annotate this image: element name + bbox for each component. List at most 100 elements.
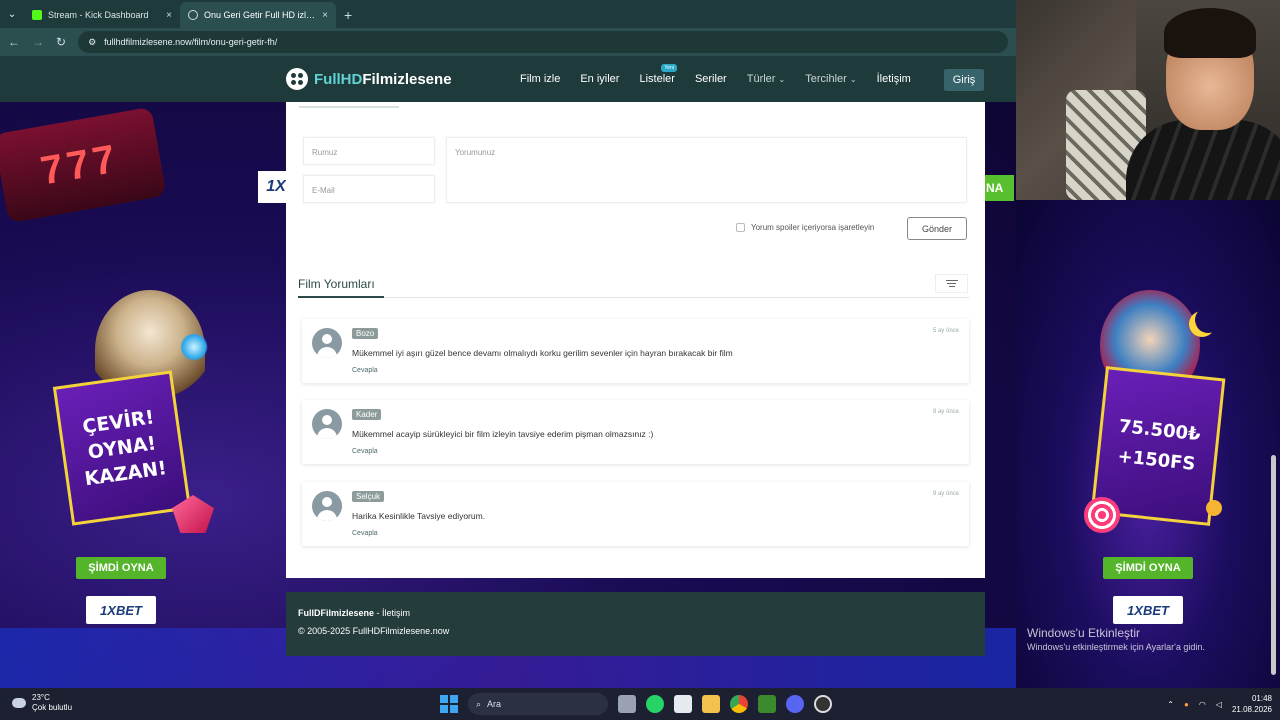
task-view-icon[interactable] <box>618 695 636 713</box>
comment-item: Kader 8 ay önce Mükemmel acayip sürükley… <box>302 400 969 464</box>
nav-tercihler[interactable]: Tercihler ⌄ <box>805 73 856 85</box>
chevron-down-icon: ⌄ <box>849 75 857 84</box>
clock[interactable]: 01:48 21.08.2026 <box>1232 693 1272 715</box>
email-input[interactable]: E-Mail <box>303 175 435 203</box>
whatsapp-icon[interactable] <box>646 695 664 713</box>
chevron-up-icon[interactable]: ⌃ <box>1167 700 1174 709</box>
side-green-badge: NA <box>984 175 1014 201</box>
comment-item: Selçuk 9 ay önce Harika Kesinlikle Tavsi… <box>302 482 969 546</box>
moon-image <box>1195 307 1221 333</box>
site-logo[interactable]: FullHDFilmizlesene <box>286 68 452 90</box>
right-play-button[interactable]: ŞİMDİ OYNA <box>1103 557 1193 579</box>
microphone-icon[interactable]: ● <box>1184 700 1189 709</box>
lightning-orb-image <box>180 333 208 361</box>
nav-en-iyiler[interactable]: En iyiler <box>580 73 619 85</box>
nav-listeler[interactable]: Listeler Yeni <box>639 64 677 85</box>
reload-icon[interactable]: ↻ <box>56 35 66 49</box>
minecraft-icon[interactable] <box>758 695 776 713</box>
search-label: Ara <box>487 699 502 709</box>
comment-time: 9 ay önce <box>932 491 959 497</box>
comment-text: Mükemmel acayip sürükleyici bir film izl… <box>352 429 654 439</box>
reply-link[interactable]: Cevapla <box>352 530 378 537</box>
browser-tab-bar: ⌄ Stream - Kick Dashboard × Onu Geri Get… <box>0 0 1016 28</box>
tab-title: Stream - Kick Dashboard <box>48 10 149 20</box>
webcam-overlay <box>1016 0 1280 200</box>
tab-film-page[interactable]: Onu Geri Getir Full HD izle (202 × <box>180 2 336 28</box>
tab-kick-dashboard[interactable]: Stream - Kick Dashboard × <box>24 2 180 28</box>
obs-icon[interactable] <box>814 695 832 713</box>
nav-seriler[interactable]: Seriler <box>695 73 727 85</box>
nav-film-izle[interactable]: Film izle <box>520 73 560 85</box>
clock-time: 01:48 <box>1251 694 1272 703</box>
back-icon[interactable]: ← <box>8 35 20 49</box>
footer-contact-link[interactable]: İletişim <box>382 608 410 618</box>
comment-author[interactable]: Selçuk <box>352 491 385 502</box>
windows-start-icon[interactable] <box>440 695 458 713</box>
comments-title: Film Yorumları <box>298 277 375 291</box>
taskbar-apps: ⌕ Ara <box>440 692 832 716</box>
spoiler-label: Yorum spoiler içeriyorsa işaretleyin <box>751 223 875 232</box>
sort-icon[interactable] <box>935 274 968 293</box>
new-badge: Yeni <box>661 64 677 72</box>
notepad-icon[interactable] <box>674 695 692 713</box>
address-bar: ← → ↻ ⚙ fullhdfilmizlesene.now/film/onu-… <box>0 28 1016 56</box>
file-explorer-icon[interactable] <box>702 695 720 713</box>
coin-image <box>1206 500 1222 516</box>
nickname-input[interactable]: Rumuz <box>303 137 435 165</box>
section-divider <box>298 296 969 298</box>
site-footer: FullDFilmizlesene - İletişim © 2005-2025… <box>286 592 985 656</box>
search-icon: ⌕ <box>476 698 482 709</box>
close-tab-icon[interactable]: × <box>322 10 328 21</box>
nav-turler[interactable]: Türler ⌄ <box>747 73 786 85</box>
close-tab-icon[interactable]: × <box>166 10 172 21</box>
right-1xbet-logo[interactable]: 1XBET <box>1113 596 1183 624</box>
site-info-icon[interactable]: ⚙ <box>88 37 96 48</box>
discord-icon[interactable] <box>786 695 804 713</box>
forward-icon[interactable]: → <box>32 35 44 49</box>
taskbar-search[interactable]: ⌕ Ara <box>468 693 608 715</box>
comment-text: Harika Kesinlikle Tavsiye ediyorum. <box>352 511 486 521</box>
left-ad-card[interactable]: ÇEVİR! OYNA! KAZAN! <box>52 370 192 526</box>
windows-taskbar: 23°C Çok bulutlu ⌕ Ara ⌃ ● ◠ ◁ 01:48 21.0… <box>0 688 1280 720</box>
left-1xbet-logo[interactable]: 1XBET <box>86 596 156 624</box>
webcam-shirt <box>1126 120 1280 200</box>
divider <box>299 106 399 108</box>
comment-author[interactable]: Bozo <box>352 328 379 339</box>
footer-links: FullDFilmizlesene - İletişim <box>298 608 973 618</box>
cloud-icon <box>12 698 26 708</box>
activation-subtitle: Windows'u etkinleştirmek için Ayarlar'a … <box>1027 642 1205 652</box>
comment-item: Bozo 5 ay önce Mükemmel iyi aşırı güzel … <box>302 319 969 383</box>
footer-brand-link[interactable]: FullDFilmizlesene <box>298 608 374 618</box>
send-button[interactable]: Gönder <box>907 217 967 240</box>
comment-time: 8 ay önce <box>932 409 959 415</box>
nav-iletisim[interactable]: İletişim <box>877 73 911 85</box>
chrome-icon[interactable] <box>730 695 748 713</box>
comment-author[interactable]: Kader <box>352 409 382 420</box>
weather-widget[interactable]: 23°C Çok bulutlu <box>12 693 72 713</box>
tab-search-icon[interactable]: ⌄ <box>0 0 24 28</box>
lollipop-image <box>1084 497 1120 533</box>
new-tab-button[interactable]: + <box>336 2 360 28</box>
main-menu: Film izle En iyiler Listeler Yeni Seriler… <box>520 56 911 102</box>
avatar <box>312 491 342 521</box>
windows-activation-watermark: Windows'u Etkinleştir Windows'u etkinleş… <box>1027 626 1205 652</box>
site-header: FullHDFilmizlesene Film izle En iyiler L… <box>0 56 1016 102</box>
comment-textarea[interactable]: Yorumunuz <box>446 137 967 203</box>
url-field[interactable]: ⚙ fullhdfilmizlesene.now/film/onu-geri-g… <box>78 31 1008 53</box>
reply-link[interactable]: Cevapla <box>352 448 378 455</box>
reply-link[interactable]: Cevapla <box>352 367 378 374</box>
activation-title: Windows'u Etkinleştir <box>1027 626 1140 640</box>
comment-time: 5 ay önce <box>932 328 959 334</box>
speaker-icon[interactable]: ◁ <box>1216 700 1222 709</box>
chevron-down-icon: ⌄ <box>778 75 786 84</box>
login-button[interactable]: Giriş <box>944 69 984 91</box>
system-tray: ⌃ ● ◠ ◁ 01:48 21.08.2026 <box>1167 693 1272 715</box>
clock-date: 21.08.2026 <box>1231 705 1272 714</box>
footer-copyright: © 2005-2025 FullHDFilmizlesene.now <box>298 626 450 636</box>
spoiler-checkbox-row[interactable]: Yorum spoiler içeriyorsa işaretleyin <box>736 223 874 232</box>
wifi-icon[interactable]: ◠ <box>1199 700 1206 709</box>
weather-desc: Çok bulutlu <box>32 703 73 712</box>
page-scrollbar[interactable] <box>1271 455 1276 675</box>
left-play-button[interactable]: ŞİMDİ OYNA <box>76 557 166 579</box>
spoiler-checkbox[interactable] <box>736 223 745 232</box>
